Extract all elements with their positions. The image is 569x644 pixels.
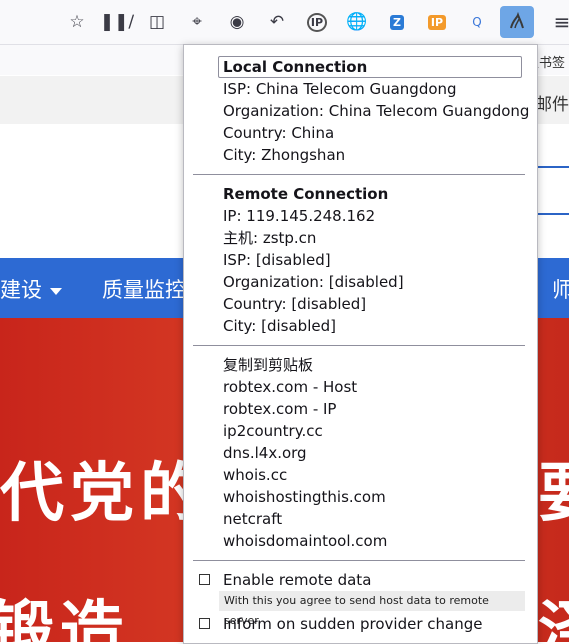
enable-remote-label: Enable remote data xyxy=(223,571,372,589)
inform-change-label: Inform on sudden provider change xyxy=(223,615,483,633)
chevron-down-icon xyxy=(50,287,62,295)
crop-icon[interactable]: ⌖ xyxy=(183,8,211,36)
remote-connection-heading: Remote Connection xyxy=(223,185,389,203)
query-label: Q xyxy=(472,15,482,29)
query-icon[interactable]: Q xyxy=(463,8,491,36)
remote-isp: ISP: [disabled] xyxy=(223,251,331,269)
local-organization: Organization: China Telecom Guangdong xyxy=(223,102,530,120)
separator xyxy=(193,345,525,346)
bookmark-star-icon[interactable]: ☆ xyxy=(63,8,91,36)
separator xyxy=(193,560,525,561)
nav-item-construction[interactable]: 建设 xyxy=(0,274,62,304)
local-connection-heading: Local Connection xyxy=(218,56,522,78)
link-whoishostingthis[interactable]: whoishostingthis.com xyxy=(223,487,386,507)
flagfox-glyph xyxy=(510,12,524,29)
library-icon[interactable]: ❚❚∕ xyxy=(100,8,134,36)
ip-lookup-label: IP xyxy=(306,12,328,32)
flagfox-icon[interactable] xyxy=(500,6,534,38)
banner-headline-2: 锻造 xyxy=(0,595,130,642)
remote-city: City: [disabled] xyxy=(223,317,336,335)
link-robtex-ip[interactable]: robtex.com - IP xyxy=(223,399,336,419)
ip-badge-icon[interactable]: IP xyxy=(423,8,451,36)
enable-remote-note: With this you agree to send host data to… xyxy=(219,591,525,627)
copy-to-clipboard[interactable]: 复制到剪贴板 xyxy=(223,355,313,375)
banner-headline-1: 代党的 xyxy=(0,457,210,531)
enable-remote-option[interactable]: Enable remote data xyxy=(199,570,371,590)
link-dns-l4x[interactable]: dns.l4x.org xyxy=(223,443,307,463)
remote-country: Country: [disabled] xyxy=(223,295,367,313)
undo-icon[interactable]: ↶ xyxy=(263,8,291,36)
link-ip2country[interactable]: ip2country.cc xyxy=(223,421,323,441)
nav-item-label: 建设 xyxy=(0,278,42,302)
link-whois-cc[interactable]: whois.cc xyxy=(223,465,287,485)
flagfox-popup: Local Connection ISP: China Telecom Guan… xyxy=(183,44,538,644)
zotero-label: Z xyxy=(390,14,404,30)
link-robtex-host[interactable]: robtex.com - Host xyxy=(223,377,357,397)
banner-headline-1-right: 要 xyxy=(538,442,569,534)
chat-icon[interactable]: ◉ xyxy=(223,8,251,36)
zotero-icon[interactable]: Z xyxy=(383,8,411,36)
link-whoisdomaintool[interactable]: whoisdomaintool.com xyxy=(223,531,387,551)
ip-badge-label: IP xyxy=(427,14,447,30)
search-box-border-top xyxy=(538,166,569,168)
inform-change-checkbox[interactable] xyxy=(199,618,210,629)
search-box-border-bottom xyxy=(538,213,569,215)
inform-change-option[interactable]: Inform on sudden provider change xyxy=(199,614,482,634)
local-city: City: Zhongshan xyxy=(223,146,346,164)
link-netcraft[interactable]: netcraft xyxy=(223,509,282,529)
separator xyxy=(193,174,525,175)
browser-toolbar: ☆ ❚❚∕ ◫ ⌖ ◉ ↶ IP 🌐 Z IP Q ≡ xyxy=(0,0,569,45)
local-isp: ISP: China Telecom Guangdong xyxy=(223,80,457,98)
enable-remote-checkbox[interactable] xyxy=(199,574,210,585)
remote-host: 主机: zstp.cn xyxy=(223,229,317,247)
nav-item-quality[interactable]: 质量监控 xyxy=(102,274,186,304)
globe-icon[interactable]: 🌐 xyxy=(343,8,371,36)
ip-lookup-icon[interactable]: IP xyxy=(303,8,331,36)
remote-ip: IP: 119.145.248.162 xyxy=(223,207,376,225)
sidebar-icon[interactable]: ◫ xyxy=(143,8,171,36)
mail-link[interactable]: 邮件 xyxy=(535,90,569,115)
remote-organization: Organization: [disabled] xyxy=(223,273,404,291)
nav-item-teacher[interactable]: 师 xyxy=(552,274,569,304)
menu-icon[interactable]: ≡ xyxy=(548,8,569,36)
local-country: Country: China xyxy=(223,124,335,142)
banner-headline-2-right: 泽 xyxy=(538,580,569,642)
